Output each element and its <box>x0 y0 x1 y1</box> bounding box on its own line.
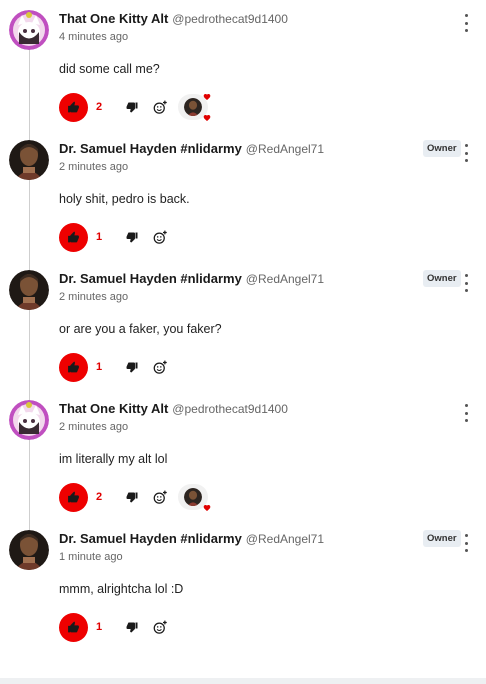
author-handle[interactable]: @pedrothecat9d1400 <box>172 402 288 416</box>
add-reaction-icon <box>153 360 167 374</box>
like-button[interactable] <box>59 222 88 252</box>
comment-actions: 2 <box>59 92 211 122</box>
dislike-button[interactable] <box>122 97 142 117</box>
heart-icon <box>203 115 211 121</box>
add-reaction-button[interactable] <box>150 357 170 377</box>
author-name[interactable]: Dr. Samuel Hayden #nlidarmy <box>59 271 242 286</box>
dislike-button[interactable] <box>122 617 142 637</box>
comment-actions: 1 <box>59 612 170 642</box>
creator-avatar <box>184 488 202 506</box>
author-handle[interactable]: @RedAngel71 <box>246 142 324 156</box>
add-reaction-button[interactable] <box>150 97 170 117</box>
name-row: Dr. Samuel Hayden #nlidarmy @RedAngel71 <box>59 531 324 549</box>
more-vert-icon[interactable] <box>460 534 472 552</box>
comment-text: mmm, alrightcha lol :D <box>59 582 184 596</box>
avatar-samuel[interactable] <box>9 530 49 570</box>
like-count: 2 <box>96 101 103 113</box>
like-button[interactable] <box>59 92 88 122</box>
owner-badge: Owner <box>423 270 461 287</box>
heart-icon <box>203 94 211 100</box>
dislike-button[interactable] <box>122 357 142 377</box>
timestamp[interactable]: 2 minutes ago <box>59 291 128 303</box>
name-row: Dr. Samuel Hayden #nlidarmy @RedAngel71 <box>59 271 324 289</box>
timestamp[interactable]: 4 minutes ago <box>59 31 128 43</box>
name-row: That One Kitty Alt @pedrothecat9d1400 <box>59 11 288 29</box>
creator-reaction <box>178 484 211 511</box>
comment-actions: 2 <box>59 482 211 512</box>
comment-actions: 1 <box>59 222 170 252</box>
add-reaction-button[interactable] <box>150 617 170 637</box>
comment-actions: 1 <box>59 352 170 382</box>
thumbs-down-icon <box>126 622 138 633</box>
author-name[interactable]: That One Kitty Alt <box>59 11 168 26</box>
like-count: 1 <box>96 621 103 633</box>
more-vert-icon[interactable] <box>460 404 472 422</box>
thumbs-down-icon <box>126 232 138 243</box>
creator-reaction <box>178 94 211 121</box>
thumbs-down-icon <box>126 362 138 373</box>
thumbs-up-icon <box>68 491 79 502</box>
avatar-kitty[interactable] <box>9 400 49 440</box>
name-row: That One Kitty Alt @pedrothecat9d1400 <box>59 401 288 419</box>
thumbs-up-icon <box>68 361 79 372</box>
author-handle[interactable]: @pedrothecat9d1400 <box>172 12 288 26</box>
like-count: 2 <box>96 491 103 503</box>
author-handle[interactable]: @RedAngel71 <box>246 532 324 546</box>
comment-text: did some call me? <box>59 62 160 76</box>
timestamp[interactable]: 2 minutes ago <box>59 421 128 433</box>
add-reaction-button[interactable] <box>150 487 170 507</box>
add-reaction-icon <box>153 620 167 634</box>
thumbs-down-icon <box>126 492 138 503</box>
thumbs-down-icon <box>126 102 138 113</box>
add-reaction-icon <box>153 490 167 504</box>
like-count: 1 <box>96 361 103 373</box>
author-name[interactable]: That One Kitty Alt <box>59 401 168 416</box>
comment-text: or are you a faker, you faker? <box>59 322 222 336</box>
timestamp[interactable]: 1 minute ago <box>59 551 123 563</box>
like-count: 1 <box>96 231 103 243</box>
avatar-kitty[interactable] <box>9 10 49 50</box>
thumbs-up-icon <box>68 231 79 242</box>
creator-avatar <box>184 98 202 116</box>
owner-badge: Owner <box>423 530 461 547</box>
more-vert-icon[interactable] <box>460 274 472 292</box>
heart-icon <box>203 505 211 511</box>
name-row: Dr. Samuel Hayden #nlidarmy @RedAngel71 <box>59 141 324 159</box>
owner-badge: Owner <box>423 140 461 157</box>
timestamp[interactable]: 2 minutes ago <box>59 161 128 173</box>
comment-text: holy shit, pedro is back. <box>59 192 190 206</box>
like-button[interactable] <box>59 352 88 382</box>
author-name[interactable]: Dr. Samuel Hayden #nlidarmy <box>59 141 242 156</box>
author-handle[interactable]: @RedAngel71 <box>246 272 324 286</box>
comment-text: im literally my alt lol <box>59 452 168 466</box>
add-reaction-icon <box>153 230 167 244</box>
add-reaction-icon <box>153 100 167 114</box>
add-reaction-button[interactable] <box>150 227 170 247</box>
more-vert-icon[interactable] <box>460 144 472 162</box>
thumbs-up-icon <box>68 101 79 112</box>
like-button[interactable] <box>59 612 88 642</box>
thumbs-up-icon <box>68 621 79 632</box>
avatar-samuel[interactable] <box>9 140 49 180</box>
author-name[interactable]: Dr. Samuel Hayden #nlidarmy <box>59 531 242 546</box>
more-vert-icon[interactable] <box>460 14 472 32</box>
dislike-button[interactable] <box>122 487 142 507</box>
dislike-button[interactable] <box>122 227 142 247</box>
footer-divider <box>0 678 486 684</box>
like-button[interactable] <box>59 482 88 512</box>
avatar-samuel[interactable] <box>9 270 49 310</box>
